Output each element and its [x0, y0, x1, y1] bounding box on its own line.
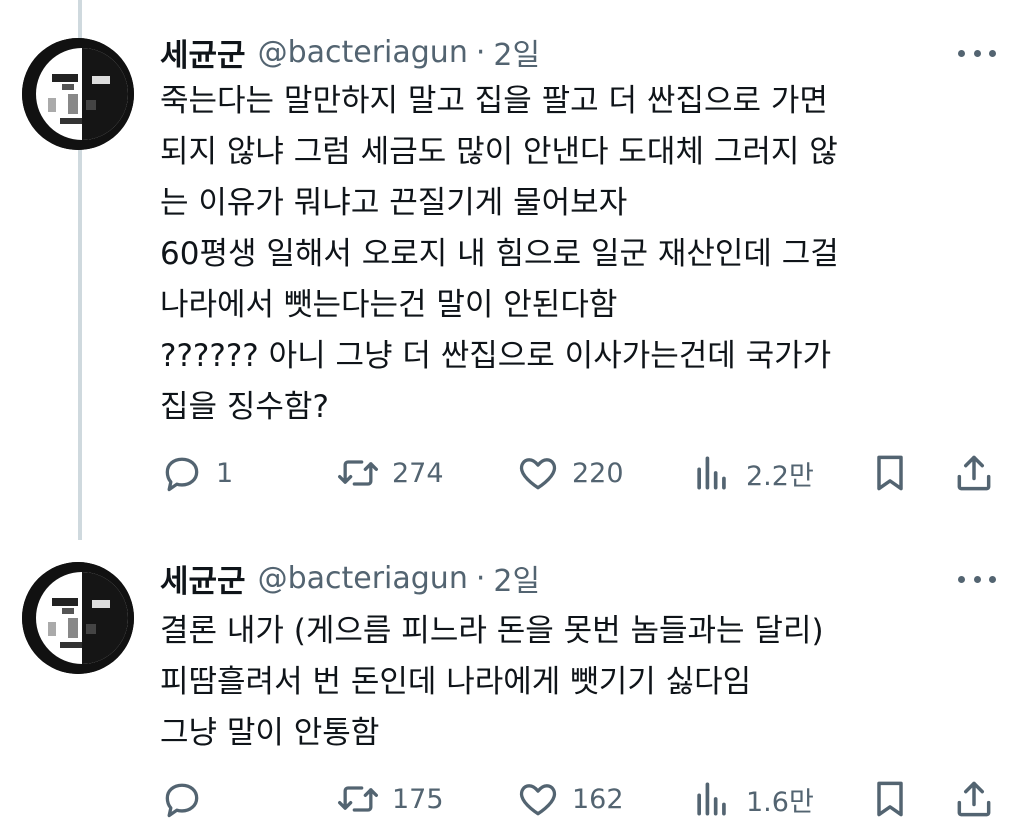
bookmark-button[interactable] [868, 448, 912, 498]
like-count: 220 [572, 457, 624, 489]
separator-dot: · [475, 34, 486, 70]
retweet-icon [338, 786, 378, 812]
tweet[interactable]: 세균군 @bacteriagun · 2일 죽는다는 말만하지 말고 집을 팔고… [0, 0, 1024, 540]
reply-button[interactable] [160, 774, 216, 824]
like-button[interactable]: 162 [516, 774, 624, 824]
views-count: 2.2만 [746, 460, 814, 492]
action-bar: 175 162 1.6만 [160, 774, 1000, 824]
bookmark-button[interactable] [868, 774, 912, 824]
tweet-line: 나라에서 뺏는다는건 말이 안된다함 [160, 287, 618, 323]
tweet-header: 세균군 @bacteriagun · 2일 [160, 556, 540, 600]
action-bar: 1 274 220 2.2만 [160, 448, 1000, 498]
reply-icon [165, 783, 199, 818]
heart-icon [519, 458, 557, 490]
tweet[interactable]: 세균군 @bacteriagun · 2일 결론 내가 (게으름 피느라 돈을 … [0, 540, 1024, 836]
tweet-line: 집을 징수함? [160, 389, 329, 425]
bookmark-icon [877, 455, 903, 491]
tweet-line: 되지 않냐 그럼 세금도 많이 안낸다 도대체 그러지 않 [160, 134, 838, 170]
tweet-line: 60평생 일해서 오로지 내 힘으로 일군 재산인데 그걸 [160, 236, 839, 272]
tweet-line: ?????? 아니 그냥 더 싼집으로 이사가는건데 국가가 [160, 338, 832, 374]
views-icon [697, 782, 726, 816]
views-button[interactable]: 2.2만 [690, 448, 814, 498]
tweet-line: 그냥 말이 안통함 [160, 715, 380, 751]
reply-count: 1 [216, 457, 234, 489]
bookmark-icon [877, 781, 903, 817]
tweet-header: 세균군 @bacteriagun · 2일 [160, 30, 540, 74]
reply-button[interactable]: 1 [160, 448, 233, 498]
views-button[interactable]: 1.6만 [690, 774, 814, 824]
retweet-icon [338, 460, 378, 486]
retweet-count: 274 [392, 457, 444, 489]
views-icon [697, 456, 726, 490]
like-count: 162 [572, 783, 624, 815]
timestamp[interactable]: 2일 [493, 30, 540, 74]
user-handle[interactable]: @bacteriagun [258, 561, 468, 596]
display-name[interactable]: 세균군 [160, 30, 246, 75]
tweet-text: 결론 내가 (게으름 피느라 돈을 못번 놈들과는 달리) 피땀흘려서 번 돈인… [160, 606, 980, 759]
tweet-text: 죽는다는 말만하지 말고 집을 팔고 더 싼집으로 가면 되지 않냐 그럼 세금… [160, 76, 980, 433]
more-icon[interactable] [958, 572, 996, 586]
heart-icon [519, 784, 557, 816]
avatar-image [22, 562, 134, 674]
tweet-line: 결론 내가 (게으름 피느라 돈을 못번 놈들과는 달리) [160, 613, 824, 649]
separator-dot: · [475, 560, 486, 596]
timestamp[interactable]: 2일 [493, 556, 540, 600]
avatar-image [22, 38, 134, 150]
avatar[interactable] [22, 38, 134, 150]
share-icon [957, 455, 991, 491]
views-count: 1.6만 [746, 786, 814, 818]
tweet-line: 피땀흘려서 번 돈인데 나라에게 뺏기기 싫다임 [160, 664, 752, 700]
reply-icon [165, 457, 199, 492]
more-icon[interactable] [958, 46, 996, 60]
share-icon [957, 781, 991, 817]
share-button[interactable] [952, 448, 996, 498]
avatar[interactable] [22, 562, 134, 674]
tweet-line: 죽는다는 말만하지 말고 집을 팔고 더 싼집으로 가면 [160, 83, 828, 119]
like-button[interactable]: 220 [516, 448, 624, 498]
user-handle[interactable]: @bacteriagun [258, 35, 468, 70]
retweet-button[interactable]: 274 [336, 448, 444, 498]
retweet-count: 175 [392, 783, 444, 815]
retweet-button[interactable]: 175 [336, 774, 444, 824]
display-name[interactable]: 세균군 [160, 556, 246, 601]
tweet-line: 는 이유가 뭐냐고 끈질기게 물어보자 [160, 185, 628, 221]
share-button[interactable] [952, 774, 996, 824]
